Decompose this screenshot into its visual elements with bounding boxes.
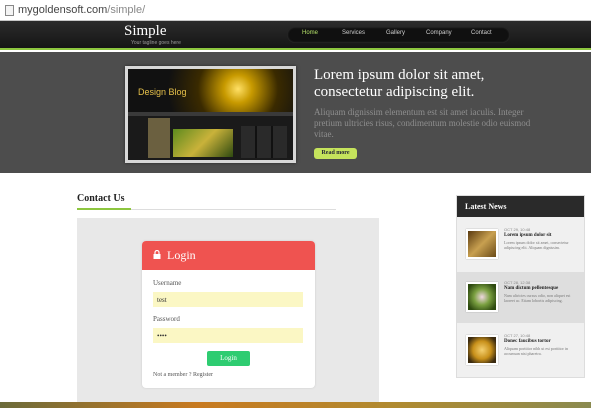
news-title[interactable]: Nam dictum pellentesque: [504, 286, 582, 291]
login-card: Login Username Password Login Not a memb…: [142, 241, 315, 388]
news-date: OCT 28, 12:38: [504, 280, 531, 285]
hero-title: Lorem ipsum dolor sit amet, consectetur …: [314, 67, 485, 100]
news-excerpt: Lorem ipsum dolor sit amet, consectetur …: [504, 240, 569, 250]
preview-screen: Design Blog: [128, 69, 293, 160]
preview-sidebar: [148, 118, 170, 158]
news-item[interactable]: OCT 28, 12:38 Nam dictum pellentesque Na…: [457, 272, 584, 323]
hero-banner: Design Blog Lorem ipsum dolor sit amet, …: [0, 52, 591, 173]
preview-main-image: [173, 129, 233, 157]
password-input[interactable]: [153, 328, 303, 343]
news-title[interactable]: Lorem ipsum dolor sit: [504, 233, 582, 238]
news-item[interactable]: OCT 29, 10:48 Lorem ipsum dolor sit Lore…: [457, 219, 584, 270]
nav-gallery[interactable]: Gallery: [386, 30, 405, 36]
address-bar[interactable]: mygoldensoft.com/simple/: [0, 0, 591, 21]
read-more-button[interactable]: Read more: [314, 148, 357, 159]
register-link[interactable]: Not a member ? Register: [153, 372, 213, 378]
preview-nav-bar: [128, 112, 293, 116]
site-header: Simple Your tagline goes here Home Servi…: [0, 21, 591, 50]
login-button[interactable]: Login: [207, 351, 250, 366]
page-icon: [5, 5, 14, 16]
preview-grid: [241, 126, 287, 158]
news-date: OCT 27, 10:48: [504, 333, 531, 338]
heading-underline-accent: [77, 208, 131, 210]
nav-contact[interactable]: Contact: [471, 30, 492, 36]
heading-underline: [131, 209, 336, 210]
news-thumbnail[interactable]: [466, 282, 498, 312]
nav-company[interactable]: Company: [426, 30, 452, 36]
news-date: OCT 29, 10:48: [504, 227, 531, 232]
taskbar-strip: [0, 402, 591, 408]
url-text[interactable]: mygoldensoft.com/simple/: [18, 0, 145, 21]
username-input[interactable]: [153, 292, 303, 307]
login-title: Login: [167, 248, 196, 262]
news-title[interactable]: Donec faucibus tortor: [504, 339, 582, 344]
site-tagline: Your tagline goes here: [131, 40, 181, 46]
nav-services[interactable]: Services: [342, 30, 365, 36]
lock-icon: [153, 250, 161, 259]
news-item[interactable]: OCT 27, 10:48 Donec faucibus tortor Aliq…: [457, 325, 584, 376]
url-path: /simple/: [107, 4, 146, 16]
contact-heading: Contact Us: [77, 193, 125, 204]
news-thumbnail[interactable]: [466, 229, 498, 259]
login-header: Login: [142, 241, 315, 270]
main-menu: Home Services Gallery Company Contact: [287, 27, 510, 43]
hero-preview-image[interactable]: Design Blog: [125, 66, 296, 163]
latest-news-panel: Latest News OCT 29, 10:48 Lorem ipsum do…: [456, 195, 585, 378]
news-excerpt: Aliquam porttitor nibh ut est porttitor …: [504, 346, 568, 356]
nav-home[interactable]: Home: [302, 30, 318, 36]
username-label: Username: [153, 279, 182, 287]
url-domain: mygoldensoft.com: [18, 4, 108, 16]
preview-title: Design Blog: [138, 87, 187, 97]
site-logo[interactable]: Simple: [124, 23, 167, 40]
news-excerpt: Nam ultricies cursus odio, non aliquet e…: [504, 293, 571, 303]
news-heading: Latest News: [457, 196, 584, 217]
password-label: Password: [153, 315, 180, 323]
hero-text: Aliquam dignissim elementum est sit amet…: [314, 107, 531, 139]
news-thumbnail[interactable]: [466, 335, 498, 365]
